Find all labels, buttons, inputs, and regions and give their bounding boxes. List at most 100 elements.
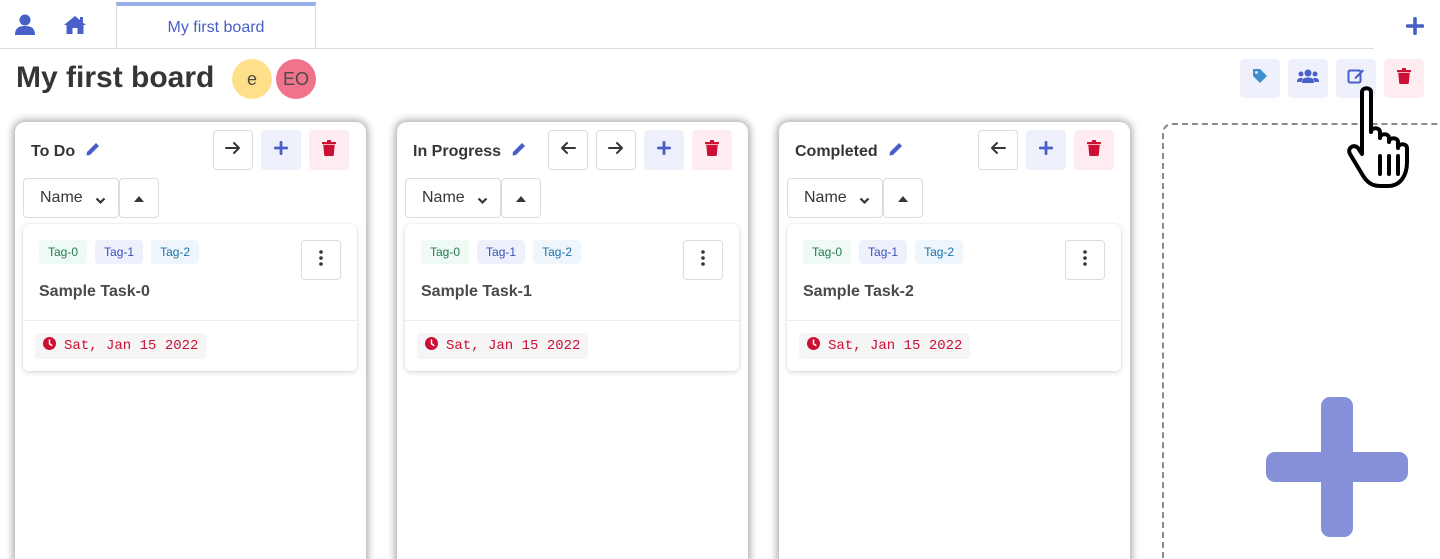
column-completed: Completed Name Tag-0 Tag-1 Tag-2 Sample … (779, 122, 1130, 559)
tag: Tag-0 (421, 240, 470, 264)
pencil-icon[interactable] (888, 141, 904, 162)
tag: Tag-0 (39, 240, 88, 264)
tag-list: Tag-0 Tag-1 Tag-2 (39, 240, 200, 264)
arrow-left-icon (560, 141, 576, 160)
tag: Tag-2 (151, 240, 200, 264)
clock-icon (425, 337, 438, 355)
tab-divider (0, 48, 1374, 49)
pencil-icon[interactable] (511, 141, 527, 162)
plus-icon (1039, 140, 1053, 160)
clock-icon (807, 337, 820, 355)
add-board-plus-icon[interactable] (1402, 14, 1428, 38)
column-title: To Do (31, 142, 76, 160)
card-title: Sample Task-1 (421, 283, 532, 300)
sort-field-select[interactable]: Name (787, 178, 883, 218)
sort-direction-button[interactable] (119, 178, 159, 218)
manage-members-button[interactable] (1288, 59, 1328, 98)
tag: Tag-1 (477, 240, 526, 264)
task-card[interactable]: Tag-0 Tag-1 Tag-2 Sample Task-2 Sat, Jan… (787, 224, 1121, 371)
card-menu-button[interactable] (301, 240, 341, 280)
move-right-button[interactable] (596, 130, 636, 170)
caret-up-icon (516, 189, 526, 207)
column-title: In Progress (413, 142, 502, 160)
users-icon (1297, 68, 1319, 89)
kebab-menu-icon (319, 249, 323, 271)
add-card-button[interactable] (1026, 130, 1066, 170)
sort-field-value: Name (40, 189, 83, 206)
divider (23, 320, 357, 321)
plus-icon (274, 140, 288, 160)
chevron-down-icon (477, 192, 488, 210)
tag: Tag-0 (803, 240, 852, 264)
move-right-button[interactable] (213, 130, 253, 170)
divider (787, 320, 1121, 321)
task-card[interactable]: Tag-0 Tag-1 Tag-2 Sample Task-1 Sat, Jan… (405, 224, 739, 371)
card-title: Sample Task-0 (39, 283, 150, 300)
home-icon[interactable] (62, 13, 88, 37)
delete-column-button[interactable] (692, 130, 732, 170)
plus-icon (657, 140, 671, 160)
due-date: Sat, Jan 15 2022 (828, 338, 963, 354)
avatar-initials: e (246, 68, 257, 89)
card-menu-button[interactable] (1065, 240, 1105, 280)
column-to-do: To Do Name Tag-0 Tag-1 Tag-2 Sample Task… (15, 122, 366, 559)
sort-direction-button[interactable] (501, 178, 541, 218)
sort-field-value: Name (422, 189, 465, 206)
tag: Tag-2 (533, 240, 582, 264)
arrow-left-icon (990, 141, 1006, 160)
manage-tags-button[interactable] (1240, 59, 1280, 98)
page-title: My first board (16, 61, 215, 94)
add-card-button[interactable] (261, 130, 301, 170)
column-title: Completed (795, 142, 878, 160)
due-date-badge: Sat, Jan 15 2022 (35, 333, 207, 359)
column-header: To Do (31, 141, 101, 162)
due-date-badge: Sat, Jan 15 2022 (417, 333, 589, 359)
clock-icon (43, 337, 56, 355)
column-header: In Progress (413, 141, 527, 162)
trash-icon (1087, 139, 1101, 161)
add-column-plus-icon[interactable] (1266, 397, 1408, 537)
due-date: Sat, Jan 15 2022 (64, 338, 199, 354)
caret-up-icon (134, 189, 144, 207)
trash-icon (322, 139, 336, 161)
column-in-progress: In Progress Name Tag-0 Tag-1 Tag-2 Sampl… (397, 122, 748, 559)
chevron-down-icon (95, 192, 106, 210)
move-left-button[interactable] (978, 130, 1018, 170)
tag-icon (1252, 68, 1268, 89)
tab-my-first-board[interactable]: My first board (116, 2, 316, 49)
top-bar: My first board (0, 0, 1440, 49)
avatar[interactable]: e (232, 59, 272, 99)
task-card[interactable]: Tag-0 Tag-1 Tag-2 Sample Task-0 Sat, Jan… (23, 224, 357, 371)
delete-column-button[interactable] (309, 130, 349, 170)
add-card-button[interactable] (644, 130, 684, 170)
column-header: Completed (795, 141, 904, 162)
kebab-menu-icon (1083, 249, 1087, 271)
divider (405, 320, 739, 321)
sort-field-select[interactable]: Name (23, 178, 119, 218)
card-title: Sample Task-2 (803, 283, 914, 300)
tag: Tag-2 (915, 240, 964, 264)
caret-up-icon (898, 189, 908, 207)
card-menu-button[interactable] (683, 240, 723, 280)
delete-column-button[interactable] (1074, 130, 1114, 170)
chevron-down-icon (859, 192, 870, 210)
due-date: Sat, Jan 15 2022 (446, 338, 581, 354)
kebab-menu-icon (701, 249, 705, 271)
avatar-initials: EO (282, 68, 309, 89)
pencil-icon[interactable] (85, 141, 101, 162)
sort-field-select[interactable]: Name (405, 178, 501, 218)
sort-direction-button[interactable] (883, 178, 923, 218)
tag: Tag-1 (95, 240, 144, 264)
user-icon[interactable] (12, 13, 38, 37)
hand-pointer-cursor-icon (1344, 86, 1440, 192)
tag-list: Tag-0 Tag-1 Tag-2 (421, 240, 582, 264)
arrow-right-icon (225, 141, 241, 160)
sort-field-value: Name (804, 189, 847, 206)
avatar[interactable]: EO (276, 59, 316, 99)
due-date-badge: Sat, Jan 15 2022 (799, 333, 971, 359)
arrow-right-icon (608, 141, 624, 160)
move-left-button[interactable] (548, 130, 588, 170)
tag: Tag-1 (859, 240, 908, 264)
trash-icon (705, 139, 719, 161)
tab-label: My first board (167, 18, 265, 36)
